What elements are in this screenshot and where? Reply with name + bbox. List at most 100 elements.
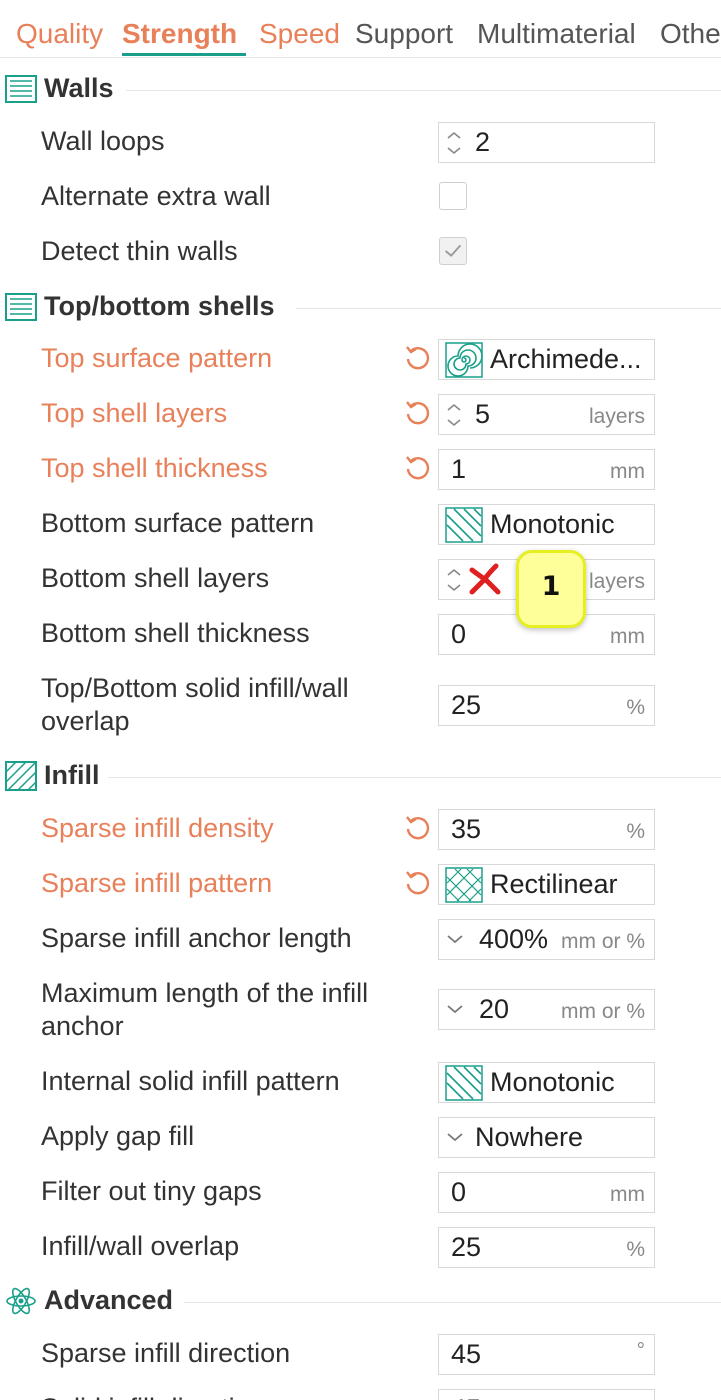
max-infill-anchor-combo[interactable]: 20 mm or % [438, 989, 655, 1030]
red-x-cursor-icon [469, 563, 501, 595]
field-unit: layers [588, 570, 645, 593]
field-unit: mm [610, 1183, 645, 1206]
setting-label: Detect thin walls [41, 236, 238, 266]
monotonic-pattern-icon [445, 507, 483, 543]
spinner-arrows-icon[interactable] [445, 127, 463, 159]
field-value: Monotonic [490, 509, 615, 539]
setting-label: Top shell layers [41, 398, 228, 428]
setting-label: Sparse infill anchor length [41, 923, 352, 953]
chevron-down-icon[interactable] [445, 1129, 465, 1145]
alternate-extra-wall-checkbox[interactable] [439, 182, 467, 210]
spinner-arrows-icon[interactable] [445, 399, 463, 431]
sparse-infill-anchor-length-combo[interactable]: 400% mm or % [438, 919, 655, 960]
tab-quality[interactable]: Quality [16, 16, 103, 52]
setting-label: Infill/wall overlap [41, 1231, 240, 1261]
setting-label: Filter out tiny gaps [41, 1176, 262, 1206]
wall-loops-spin-input[interactable]: 2 [438, 122, 655, 163]
tab-speed[interactable]: Speed [259, 16, 340, 52]
checkmark-icon [444, 244, 462, 257]
reset-icon[interactable] [402, 867, 434, 899]
top-surface-pattern-dropdown[interactable]: Archimede... [438, 339, 655, 380]
solid-infill-wall-overlap-input[interactable]: 25 % [438, 685, 655, 726]
sparse-infill-direction-input[interactable]: 45 ° [438, 1334, 655, 1375]
setting-label: Sparse infill direction [41, 1338, 291, 1368]
section-top-bottom-shells: Top/bottom shells [0, 284, 721, 330]
archimedean-pattern-icon [445, 342, 483, 378]
reset-icon[interactable] [402, 452, 434, 484]
chevron-down-icon[interactable] [445, 931, 465, 947]
section-divider [108, 777, 721, 778]
shells-icon [5, 293, 37, 321]
filter-tiny-gaps-input[interactable]: 0 mm [438, 1172, 655, 1213]
setting-label: Internal solid infill pattern [41, 1066, 340, 1096]
setting-label: Alternate extra wall [41, 181, 271, 211]
setting-label: Sparse infill pattern [41, 868, 273, 898]
active-tab-indicator [122, 53, 246, 56]
sparse-infill-density-input[interactable]: 35 % [438, 809, 655, 850]
field-unit: ° [636, 1339, 645, 1362]
field-unit: mm or % [561, 1000, 645, 1023]
section-divider [184, 1302, 721, 1303]
solid-infill-direction-input[interactable]: 45 [438, 1389, 655, 1400]
setting-label: Bottom surface pattern [41, 508, 315, 538]
setting-label: Wall loops [41, 126, 165, 156]
detect-thin-walls-checkbox[interactable] [439, 237, 467, 265]
field-value: 25 [451, 1232, 482, 1262]
top-shell-layers-spin-input[interactable]: 5 layers [438, 394, 655, 435]
setting-label: Apply gap fill [41, 1121, 195, 1151]
field-value: Rectilinear [490, 869, 618, 899]
infill-wall-overlap-input[interactable]: 25 % [438, 1227, 655, 1268]
setting-label-continued: anchor [41, 1011, 124, 1041]
tab-bar: Quality Strength Speed Support Multimate… [0, 0, 721, 58]
top-shell-thickness-input[interactable]: 1 mm [438, 449, 655, 490]
field-value: 35 [451, 814, 482, 844]
field-value: 0 [451, 1177, 467, 1207]
internal-solid-infill-pattern-dropdown[interactable]: Monotonic [438, 1062, 655, 1103]
callout-number: 1 [541, 571, 561, 602]
bottom-surface-pattern-dropdown[interactable]: Monotonic [438, 504, 655, 545]
tab-support[interactable]: Support [355, 16, 453, 52]
setting-label: Top surface pattern [41, 343, 273, 373]
tab-multimaterial[interactable]: Multimaterial [477, 16, 636, 52]
tab-strength[interactable]: Strength [122, 16, 237, 52]
monotonic-pattern-icon [445, 1065, 483, 1101]
spinner-arrows-icon[interactable] [445, 564, 463, 596]
field-unit: mm [610, 460, 645, 483]
section-divider [296, 308, 721, 309]
setting-label-continued: overlap [41, 706, 130, 736]
field-value: 25 [451, 690, 482, 720]
field-value: 45 [451, 1393, 481, 1400]
section-title-walls: Walls [44, 73, 114, 103]
reset-icon[interactable] [402, 812, 434, 844]
section-walls: Walls [0, 66, 721, 112]
sparse-infill-pattern-dropdown[interactable]: Rectilinear [438, 864, 655, 905]
field-value: 0 [451, 619, 467, 649]
field-unit: layers [588, 405, 645, 428]
field-value: 5 [475, 399, 491, 429]
section-title-advanced: Advanced [44, 1285, 174, 1315]
field-value: 1 [451, 454, 467, 484]
field-unit: % [626, 820, 645, 843]
section-title-infill: Infill [44, 760, 100, 790]
field-value: 2 [475, 127, 491, 157]
setting-label: Top shell thickness [41, 453, 268, 483]
field-value: Nowhere [475, 1122, 584, 1152]
field-value: Archimede... [490, 344, 642, 374]
chevron-down-icon[interactable] [445, 1001, 465, 1017]
advanced-icon [6, 1287, 36, 1315]
reset-icon[interactable] [402, 397, 434, 429]
field-value: 45 [451, 1339, 482, 1369]
field-unit: % [626, 696, 645, 719]
setting-label: Top/Bottom solid infill/wall [41, 673, 349, 703]
reset-icon[interactable] [402, 342, 434, 374]
tab-others[interactable]: Othe [660, 16, 721, 52]
section-title-top-bottom-shells: Top/bottom shells [44, 291, 275, 321]
field-unit: mm or % [561, 930, 645, 953]
setting-label: Maximum length of the infill [41, 978, 369, 1008]
setting-label: Sparse infill density [41, 813, 274, 843]
section-infill: Infill [0, 753, 721, 799]
field-unit: % [626, 1238, 645, 1261]
rectilinear-pattern-icon [445, 867, 483, 903]
field-value: Monotonic [490, 1067, 615, 1097]
apply-gap-fill-dropdown[interactable]: Nowhere [438, 1117, 655, 1158]
